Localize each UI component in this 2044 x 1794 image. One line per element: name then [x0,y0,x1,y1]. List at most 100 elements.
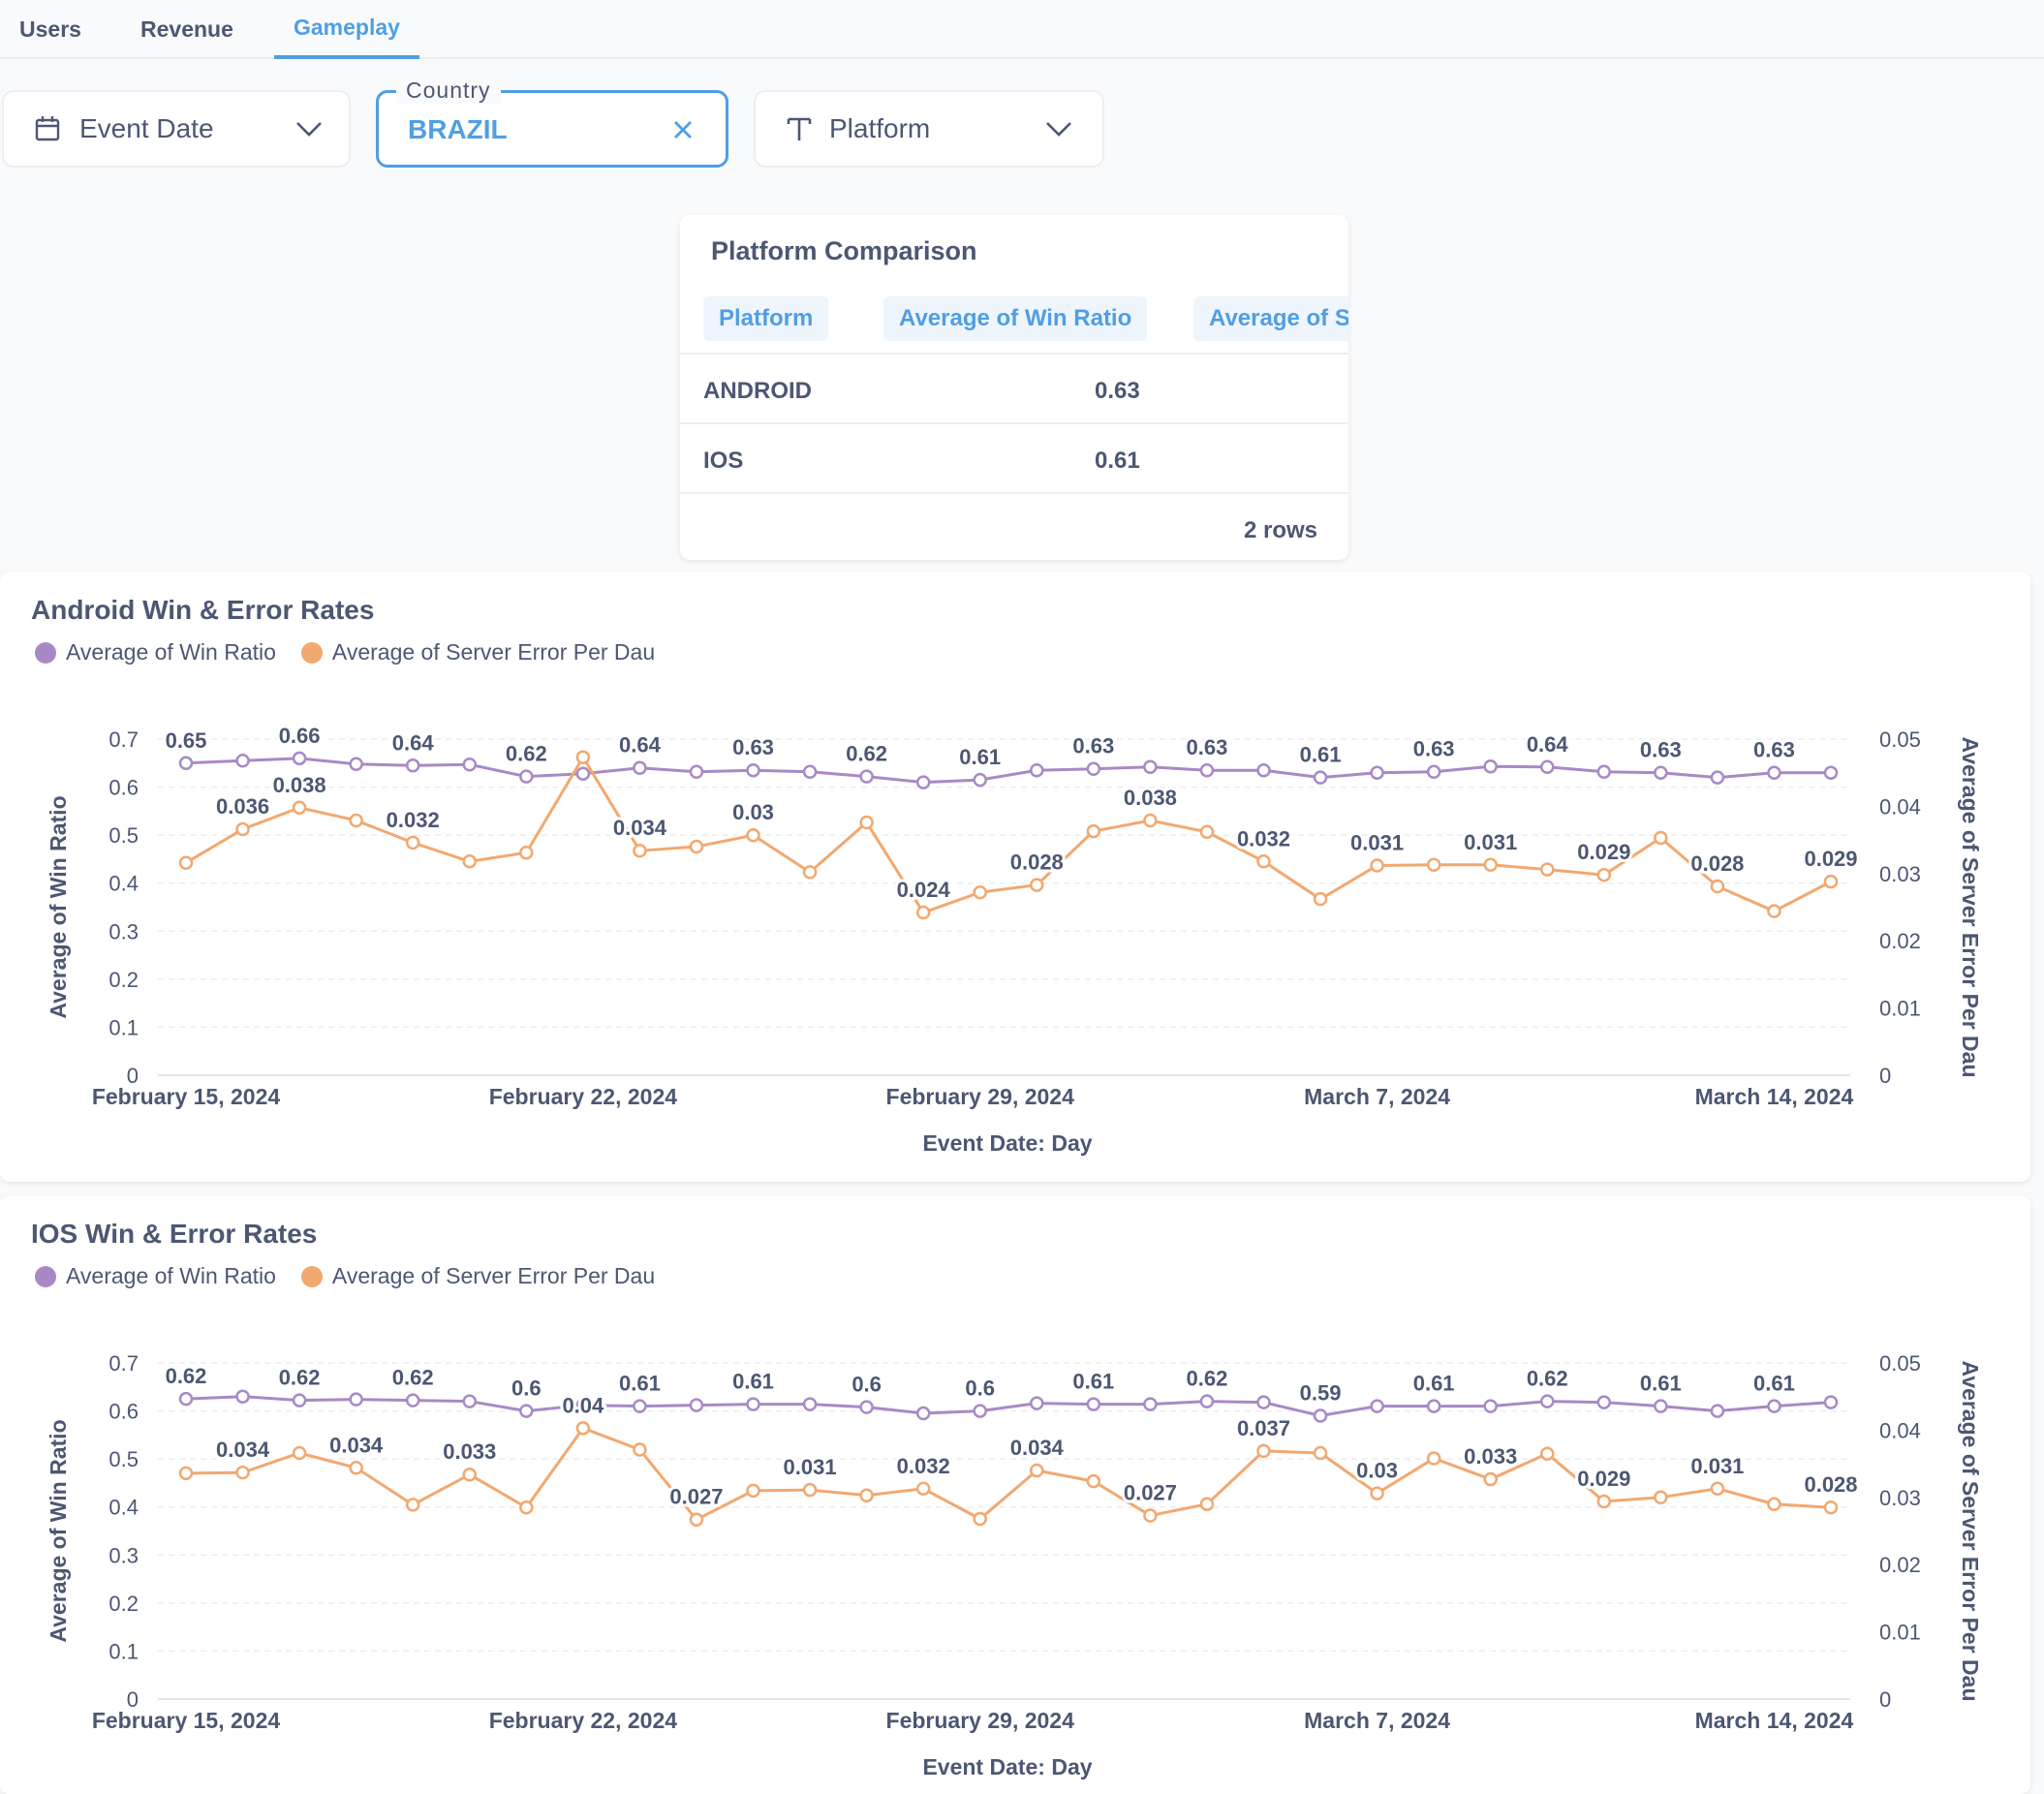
y-tick-label: 0.6 [108,776,139,800]
data-point [1426,1399,1441,1413]
data-point [1539,1446,1555,1461]
data-point [1654,830,1668,846]
data-label: 0.03 [1356,1459,1398,1483]
data-label: 0.61 [1413,1372,1455,1396]
data-point [1086,823,1101,839]
data-point [1143,759,1158,775]
event-date-filter[interactable]: Event Date [2,90,351,168]
data-point [1654,765,1668,780]
data-point [292,800,307,816]
data-point [349,1461,363,1475]
data-point [1313,891,1328,907]
column-header-server-error[interactable]: Average of Se [1193,296,1348,341]
data-label: 0.65 [166,728,207,753]
data-label: 0.63 [732,735,774,759]
data-point [1710,1481,1725,1497]
event-date-label: Event Date [79,113,214,143]
y-tick-label: 0.4 [108,1496,139,1520]
data-label: 0.6 [965,1376,995,1401]
tab-users[interactable]: Users [19,0,81,59]
y-tick-label: 0.6 [108,1400,139,1424]
data-point [689,764,704,779]
cell-platform: IOS [703,448,744,474]
data-point [1313,1408,1328,1423]
data-point [1256,762,1271,778]
chevron-down-icon [294,119,324,139]
data-point [1313,1445,1328,1461]
data-label: 0.64 [392,730,435,755]
y2-tick-label: 0.04 [1879,794,1921,819]
android-line-chart: 00.10.20.30.40.50.60.700.010.020.030.040… [46,721,1983,1156]
data-label: 0.027 [669,1485,723,1509]
y2-tick-label: 0.01 [1879,1621,1921,1645]
data-point [802,1482,818,1498]
data-label: 0.034 [613,816,667,840]
y2-tick-label: 0 [1879,1064,1891,1088]
country-filter-legend: Country [396,77,501,104]
tab-gameplay[interactable]: Gameplay [274,0,419,59]
data-point [349,1392,363,1407]
y2-tick-label: 0 [1879,1687,1891,1712]
data-point [1256,854,1271,869]
column-header-win-ratio[interactable]: Average of Win Ratio [883,296,1148,341]
data-point [519,1500,534,1515]
x-axis-title: Event Date: Day [922,1130,1092,1156]
data-point [405,835,420,851]
data-label: 0.036 [216,794,269,819]
data-point [178,855,194,870]
y-tick-label: 0.7 [108,727,139,752]
data-point [689,1512,704,1527]
data-point [1256,1443,1271,1459]
data-label: 0.034 [216,1438,270,1462]
data-point [633,843,647,858]
data-label: 0.62 [166,1364,207,1388]
y2-tick-label: 0.04 [1879,1418,1921,1442]
data-point [746,1397,760,1411]
data-point [1710,879,1725,894]
data-point [1483,1399,1498,1413]
platform-filter[interactable]: Platform [754,90,1104,168]
data-point [1426,1451,1441,1466]
x-tick-label: February 29, 2024 [886,1708,1075,1733]
data-point [235,754,250,768]
data-point [462,1394,478,1408]
data-point [915,775,931,789]
data-label: 0.038 [273,773,326,797]
data-label: 0.04 [562,1393,604,1417]
ios-line-chart: 00.10.20.30.40.50.60.700.010.020.030.040… [46,1351,1983,1779]
data-point [973,884,987,900]
data-point [575,1421,591,1436]
tab-revenue[interactable]: Revenue [140,0,233,59]
data-point [1086,1473,1101,1489]
data-label: 0.62 [506,742,547,766]
data-label: 0.038 [1124,786,1177,810]
x-tick-label: March 14, 2024 [1695,1084,1854,1109]
y-tick-label: 0.2 [108,968,139,992]
data-point [1030,762,1044,778]
data-label: 0.62 [846,742,887,766]
data-label: 0.032 [1237,826,1290,851]
data-label: 0.034 [329,1433,384,1457]
data-point [1596,764,1612,779]
data-label: 0.61 [1300,743,1342,767]
country-filter[interactable]: Country BRAZIL [376,77,728,168]
y2-tick-label: 0.03 [1879,1486,1921,1510]
y-tick-label: 0.5 [108,1447,139,1471]
data-point [859,1400,874,1414]
close-icon[interactable] [671,118,695,141]
data-point [1823,1395,1839,1409]
series-line [185,1395,1832,1418]
data-label: 0.63 [1072,734,1114,758]
y-tick-label: 0.2 [108,1592,139,1616]
data-label: 0.62 [279,1366,321,1390]
data-point [1539,862,1555,877]
data-point [973,1511,987,1527]
column-header-platform[interactable]: Platform [703,296,829,341]
data-point [915,905,931,920]
data-point [519,1404,534,1418]
cell-win-ratio: 0.63 [1095,378,1140,404]
data-point [1313,770,1328,785]
data-label: 0.6 [852,1373,882,1397]
text-icon [787,115,812,142]
y-tick-label: 0.3 [108,919,139,943]
